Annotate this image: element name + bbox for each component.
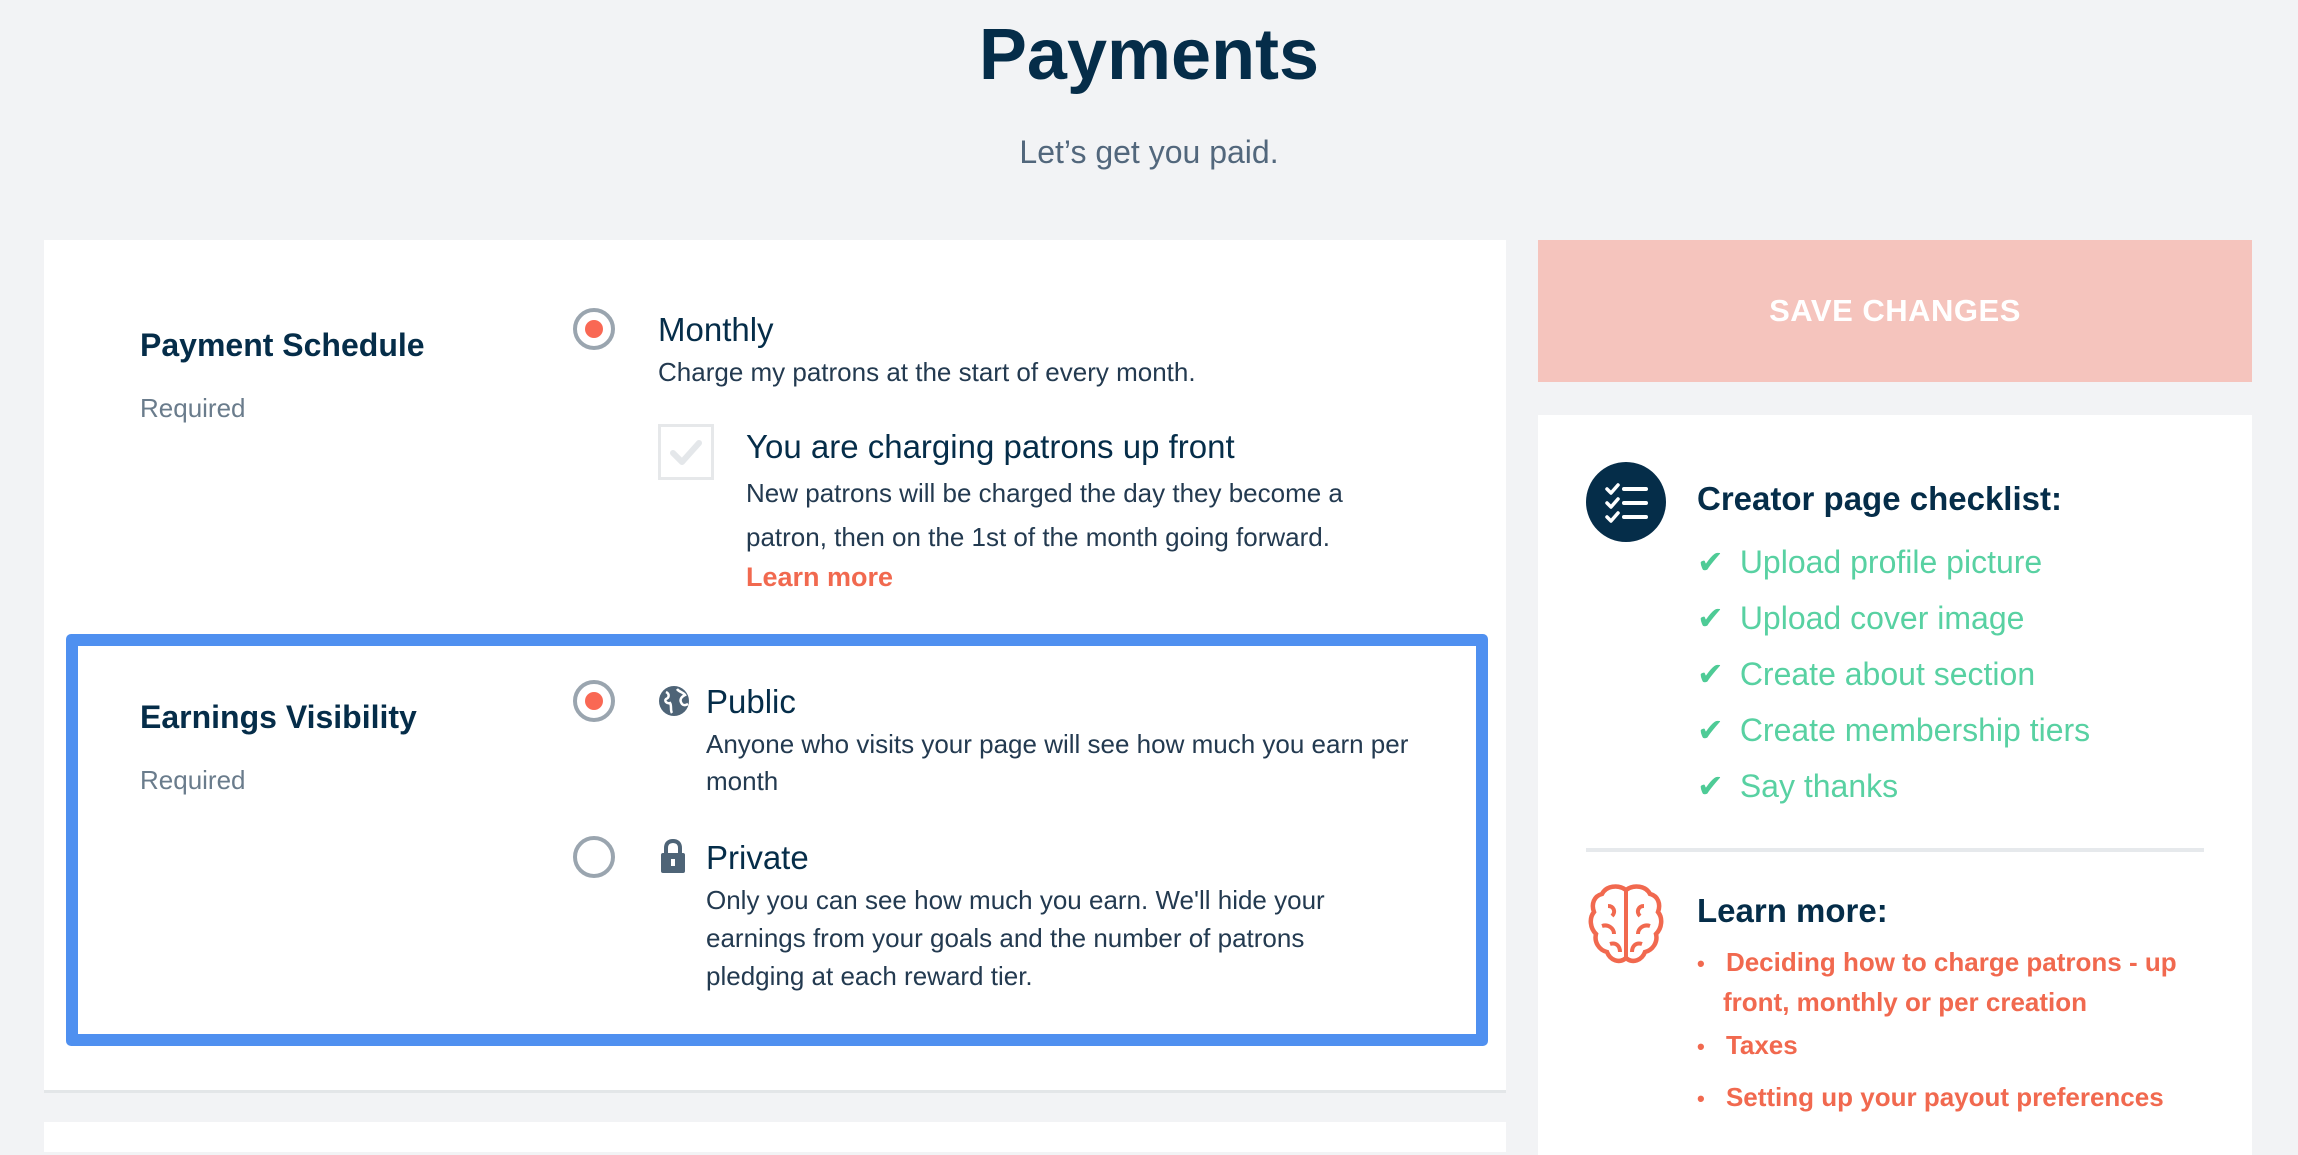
learn-more-title: Learn more: [1697,892,1888,929]
learn-more-link[interactable]: Learn more [746,559,893,595]
page-title: Payments [978,15,1320,95]
learn-link-taxes[interactable]: • Taxes [1697,1026,1798,1066]
check-icon: ✔ [1697,768,1724,804]
learn-link-payout[interactable]: • Setting up your payout preferences [1697,1078,2164,1118]
bullet: • [1697,1086,1705,1111]
check-icon: ✔ [1697,544,1724,580]
earnings-visibility-title: Earnings Visibility [140,699,417,735]
upfront-checkbox[interactable] [658,424,714,480]
bullet: • [1697,951,1705,976]
check-icon: ✔ [1697,600,1724,636]
monthly-radio[interactable] [573,308,615,350]
public-radio[interactable] [573,680,615,722]
checklist-icon [1586,462,1666,542]
checklist-item: ✔ Upload cover image [1697,600,2025,636]
upfront-label: You are charging patrons up front [746,428,1235,465]
private-description-line3: pledging at each reward tier. [706,961,1033,991]
check-icon: ✔ [1697,656,1724,692]
lock-icon [661,838,685,873]
check-icon: ✔ [1697,712,1724,748]
checklist-item: ✔ Create membership tiers [1697,712,2091,748]
public-description-line1: Anyone who visits your page will see how… [706,729,1409,759]
checkmark-icon [670,440,702,465]
learn-link-charging[interactable]: • Deciding how to charge patrons - up fr… [1697,943,2177,1021]
private-label: Private [706,839,809,876]
public-description-line2: month [706,766,779,796]
brain-icon [1588,884,1664,964]
bullet: • [1697,1034,1705,1059]
payment-schedule-required: Required [140,393,246,423]
private-radio[interactable] [573,836,615,878]
private-description-line1: Only you can see how much you earn. We'l… [706,885,1325,915]
payment-schedule-title: Payment Schedule [140,327,425,363]
checklist-item: ✔ Upload profile picture [1697,544,2043,580]
next-settings-card [44,1122,1506,1152]
monthly-description: Charge my patrons at the start of every … [658,357,1196,387]
earnings-visibility-required: Required [140,765,246,795]
public-label: Public [706,683,796,720]
private-description-line2: earnings from your goals and the number … [706,923,1305,953]
globe-icon [659,686,689,716]
monthly-label: Monthly [658,311,774,348]
checklist-title: Creator page checklist: [1697,480,2062,517]
page-subtitle: Let’s get you paid. [1019,134,1279,170]
upfront-description-line1: New patrons will be charged the day they… [746,478,1343,508]
checklist-item: ✔ Say thanks [1697,768,1899,804]
upfront-description-line2: patron, then on the 1st of the month goi… [746,522,1330,552]
sidebar-divider [1586,848,2204,852]
save-changes-button[interactable]: SAVE CHANGES [1538,240,2252,382]
checklist-item: ✔ Create about section [1697,656,2036,692]
